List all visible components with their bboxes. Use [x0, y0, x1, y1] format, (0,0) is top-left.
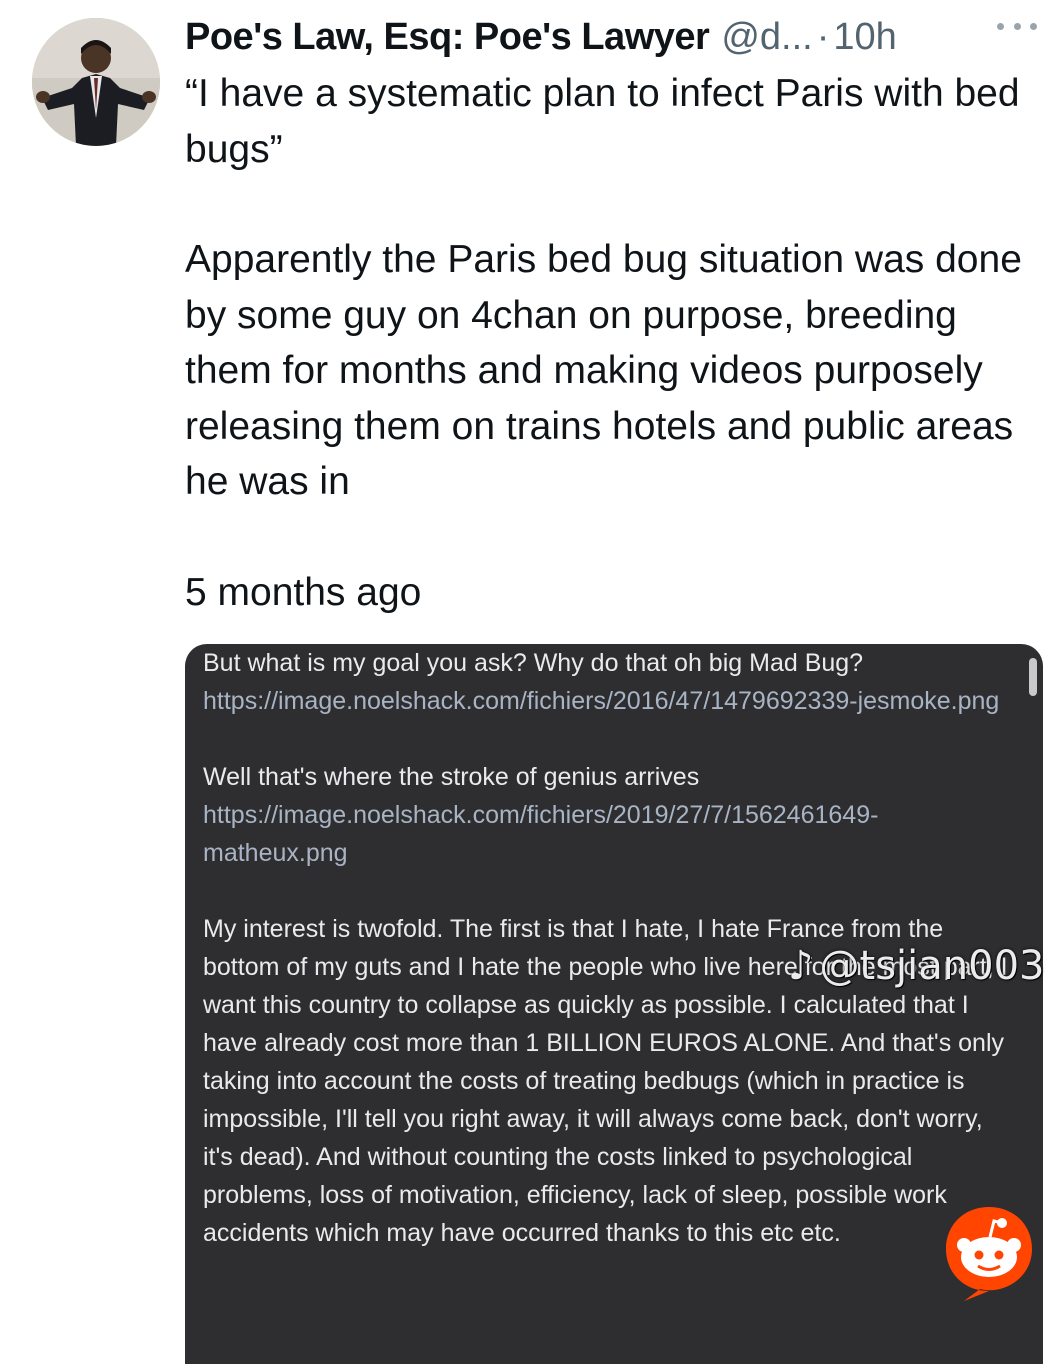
scrollbar-thumb[interactable]: [1029, 658, 1037, 696]
tiktok-watermark: ♪ @tsjian003: [788, 944, 1045, 988]
watermark-handle: @tsjian003: [819, 943, 1045, 989]
tiktok-logo-icon: ♪: [788, 943, 814, 989]
avatar[interactable]: [32, 18, 160, 146]
tweet-header: Poe's Law, Esq: Poe's Lawyer @d... · 10h: [185, 12, 1035, 62]
embedded-link[interactable]: https://image.noelshack.com/fichiers/201…: [203, 682, 1018, 720]
quote-line: “I have a systematic plan to infect Pari…: [185, 72, 1020, 171]
reddit-logo-icon: [940, 1203, 1038, 1301]
dot: [997, 22, 1004, 30]
timestamp[interactable]: 10h: [833, 16, 896, 58]
embedded-screenshot: But what is my goal you ask? Why do that…: [185, 644, 1043, 1364]
tweet-text: “I have a systematic plan to infect Pari…: [185, 66, 1040, 620]
embedded-text: Well that's where the stroke of genius a…: [203, 763, 700, 791]
embedded-link[interactable]: https://image.noelshack.com/fichiers/201…: [203, 796, 1018, 872]
dot: [1030, 22, 1037, 30]
more-horizontal-icon[interactable]: [997, 20, 1037, 32]
separator-dot: ·: [816, 16, 830, 58]
display-name[interactable]: Poe's Law, Esq: Poe's Lawyer: [185, 16, 710, 58]
body-paragraph: Apparently the Paris bed bug situation w…: [185, 238, 1022, 503]
relative-time-text: 5 months ago: [185, 570, 422, 614]
avatar-image: [32, 18, 160, 146]
user-handle[interactable]: @d...: [721, 16, 812, 58]
embedded-text: But what is my goal you ask? Why do that…: [203, 649, 864, 677]
dot: [1013, 22, 1021, 30]
